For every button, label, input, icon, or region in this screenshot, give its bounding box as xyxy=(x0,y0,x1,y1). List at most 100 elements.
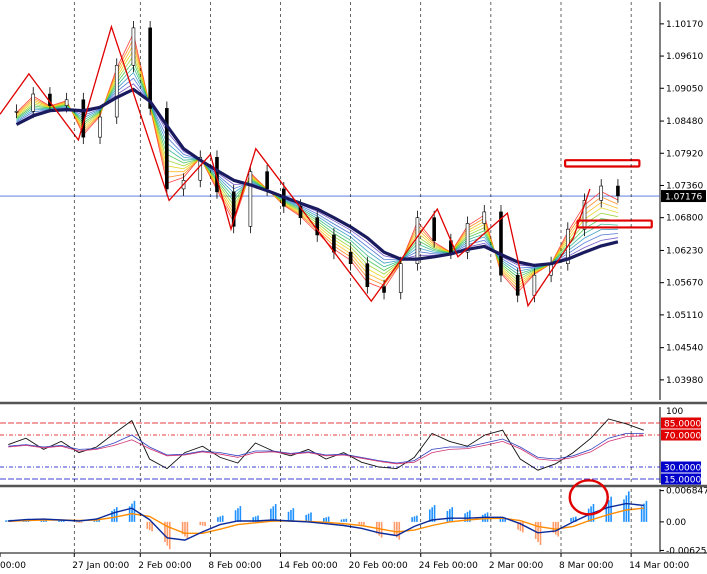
price-tick-label: 1.08480 xyxy=(666,117,703,127)
macd-histogram-bar xyxy=(340,519,343,522)
rsi-tick-label: 30.0000 xyxy=(664,464,701,474)
rsi-tick-label: 100 xyxy=(666,407,683,417)
rsi-tick-label: 85.0000 xyxy=(664,420,701,430)
candle-body xyxy=(131,27,136,66)
macd-histogram-bar xyxy=(645,500,648,522)
candle-body xyxy=(398,263,403,293)
macd-histogram-bar xyxy=(148,521,151,531)
macd-histogram-bar xyxy=(133,500,136,522)
macd-histogram-bar xyxy=(327,516,330,522)
candle-body xyxy=(515,274,520,296)
macd-histogram-bar xyxy=(58,520,60,522)
macd-histogram-bar xyxy=(113,509,116,522)
macd-histogram-bar xyxy=(343,519,345,522)
macd-histogram-bar xyxy=(534,521,537,539)
x-tick-label: 00:00 xyxy=(0,561,26,571)
candle-body xyxy=(98,116,102,138)
macd-histogram-bar xyxy=(610,496,612,522)
macd-histogram-bar xyxy=(131,503,133,522)
macd-histogram-bar xyxy=(201,521,204,526)
macd-histogram-bar xyxy=(325,517,328,522)
price-tick-label: 1.06800 xyxy=(666,214,703,224)
x-tick-label: 20 Feb 00:00 xyxy=(349,561,408,571)
macd-histogram-bar xyxy=(115,507,118,522)
macd-histogram-bar xyxy=(204,521,206,527)
macd-histogram-bar xyxy=(237,508,239,522)
macd-histogram-bar xyxy=(234,510,237,522)
macd-histogram-bar xyxy=(199,521,202,525)
macd-histogram-bar xyxy=(360,521,363,525)
x-tick-label: 14 Feb 00:00 xyxy=(279,561,338,571)
macd-histogram-bar xyxy=(398,521,401,540)
macd-histogram-bar xyxy=(274,504,277,522)
candle-body xyxy=(365,263,370,287)
macd-histogram-bar xyxy=(539,521,542,545)
macd-histogram-bar xyxy=(5,520,7,522)
rsi-tick-label: 70.0000 xyxy=(664,432,701,442)
rsi-tick-label: 15.0000 xyxy=(664,476,701,486)
macd-histogram-bar xyxy=(363,521,365,526)
x-tick-label: 8 Mar 00:00 xyxy=(559,561,614,571)
candle-body xyxy=(248,171,253,227)
macd-histogram-bar xyxy=(522,521,524,533)
candle-body xyxy=(64,99,69,106)
macd-histogram-bar xyxy=(570,517,572,522)
candle-body xyxy=(148,27,152,109)
candle-body xyxy=(315,217,320,236)
macd-histogram-bar xyxy=(80,521,83,523)
price-tick-label: 1.04540 xyxy=(666,344,703,354)
macd-histogram-bar xyxy=(323,517,325,522)
price-tick-label: 1.03980 xyxy=(666,376,703,386)
macd-histogram-bar xyxy=(416,515,418,522)
macd-histogram-bar xyxy=(449,509,451,522)
macd-histogram-bar xyxy=(186,521,189,539)
candle-body xyxy=(616,185,620,197)
chart-root: 1.10170 1.09610 1.09050 1.08480 1.07920 1.073… xyxy=(0,0,707,574)
price-tick-label: 1.10170 xyxy=(666,20,703,30)
candle-body xyxy=(382,286,386,293)
macd-histogram-bar xyxy=(411,517,413,522)
macd-histogram-bar xyxy=(643,503,645,522)
candle-body xyxy=(165,108,169,190)
chart-canvas: 1.10170 1.09610 1.09050 1.08480 1.07920 1.073… xyxy=(0,0,707,574)
macd-histogram-bar xyxy=(307,513,310,522)
macd-histogram-bar xyxy=(554,521,557,535)
macd-tick-label: 0.00 xyxy=(666,518,686,528)
macd-histogram-bar xyxy=(310,512,312,522)
candle-body xyxy=(265,171,269,190)
price-tick-label: 1.06230 xyxy=(666,246,703,256)
macd-histogram-bar xyxy=(239,506,242,522)
price-tick-label: 1.07920 xyxy=(666,149,703,159)
macd-histogram-bar xyxy=(75,521,78,523)
macd-histogram-bar xyxy=(168,521,171,550)
macd-histogram-bar xyxy=(627,491,630,522)
x-tick-label: 8 Feb 00:00 xyxy=(208,561,262,571)
macd-histogram-bar xyxy=(451,507,454,522)
current-price-label: 1.07176 xyxy=(665,193,702,203)
x-tick-label: 2 Mar 00:00 xyxy=(489,561,544,571)
macd-histogram-bar xyxy=(499,518,502,522)
macd-histogram-bar xyxy=(446,511,449,522)
x-tick-label: 2 Feb 00:00 xyxy=(138,561,192,571)
macd-histogram-bar xyxy=(358,521,360,525)
macd-tick-label: 0.0068477 xyxy=(666,487,707,497)
price-tick-label: 1.09050 xyxy=(666,84,703,94)
macd-histogram-bar xyxy=(146,521,149,529)
x-tick-label: 14 Mar 00:00 xyxy=(629,561,689,571)
candle-body xyxy=(482,211,487,224)
price-tick-label: 1.09610 xyxy=(666,52,703,62)
price-tick-label: 1.05670 xyxy=(666,279,703,289)
macd-histogram-bar xyxy=(184,521,186,537)
macd-histogram-bar xyxy=(625,495,628,522)
x-tick-label: 24 Feb 00:00 xyxy=(419,561,478,571)
candle-body xyxy=(31,93,36,112)
macd-histogram-bar xyxy=(413,516,416,522)
candle-body xyxy=(599,185,604,201)
candle-body xyxy=(432,217,436,241)
price-tick-label: 1.05110 xyxy=(666,311,703,321)
macd-histogram-bar xyxy=(607,499,610,522)
candle-body xyxy=(499,211,503,276)
macd-histogram-bar xyxy=(292,508,295,522)
candle-body xyxy=(14,110,19,113)
macd-histogram-bar xyxy=(393,521,396,536)
